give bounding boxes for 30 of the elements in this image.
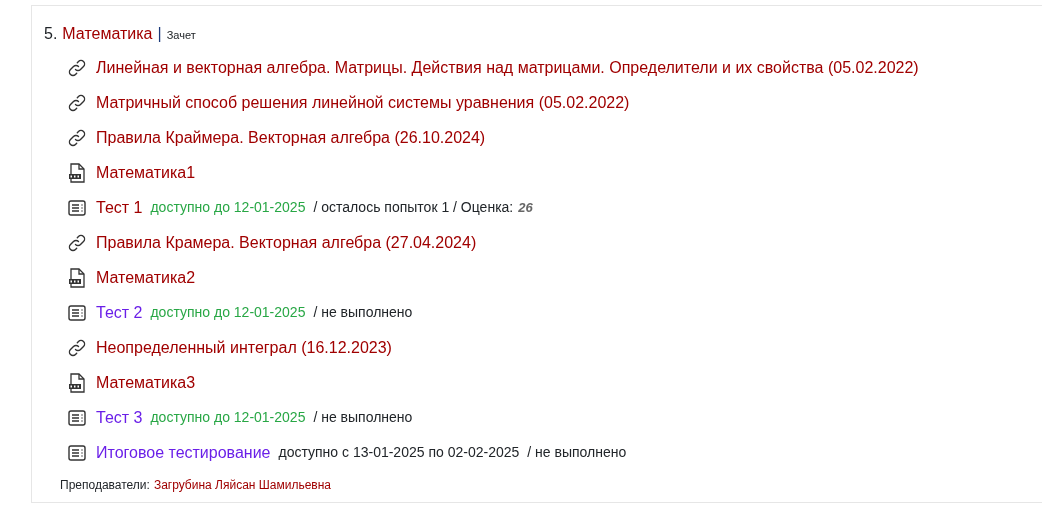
resource-link[interactable]: Линейная и векторная алгебра. Матрицы. Действия над матрицами. Определители и их свойства (05.02.2022): [96, 55, 919, 80]
availability-text: доступно до 12-01-2025: [150, 408, 306, 427]
test-link[interactable]: Тест 3: [96, 405, 143, 430]
status-text: / не выполнено: [527, 443, 627, 462]
status-text: / не выполнено: [313, 408, 413, 427]
availability-text: доступно с 13-01-2025 по 02-02-2025: [278, 443, 520, 462]
resource-link[interactable]: Матричный способ решения линейной системы уравнения (05.02.2022): [96, 90, 630, 115]
test-link[interactable]: Тест 1: [96, 195, 143, 220]
course-title-link[interactable]: Математика: [62, 22, 153, 46]
course-number: 5.: [44, 24, 58, 44]
resource-link[interactable]: Правила Краймера. Векторная алгебра (26.10.2024): [96, 125, 486, 150]
status-text: / не выполнено: [313, 303, 413, 322]
pdf-link[interactable]: Математика2: [96, 265, 196, 290]
availability-text: доступно до 12-01-2025: [150, 198, 306, 217]
assessment-type: Зачет: [166, 28, 196, 43]
resource-link[interactable]: Неопределенный интеграл (16.12.2023): [96, 335, 392, 360]
teacher-name: Загрубина Ляйсан Шамильевна: [153, 477, 331, 494]
teachers-label: Преподаватели:: [60, 477, 150, 494]
test-link[interactable]: Итоговое тестирование: [96, 440, 271, 465]
resource-link[interactable]: Правила Крамера. Векторная алгебра (27.04.2024): [96, 230, 477, 255]
pdf-file-icon: [66, 266, 88, 289]
separator: |: [157, 24, 162, 44]
status-text: / осталось попыток 1 / Оценка:: [313, 198, 514, 217]
grade-value: 26: [518, 198, 533, 217]
pdf-link[interactable]: Математика3: [96, 370, 196, 395]
pdf-link[interactable]: Математика1: [96, 160, 196, 185]
pdf-file-icon: [66, 161, 88, 184]
pdf-file-icon: [66, 371, 88, 394]
availability-text: доступно до 12-01-2025: [150, 303, 306, 322]
test-link[interactable]: Тест 2: [96, 300, 143, 325]
